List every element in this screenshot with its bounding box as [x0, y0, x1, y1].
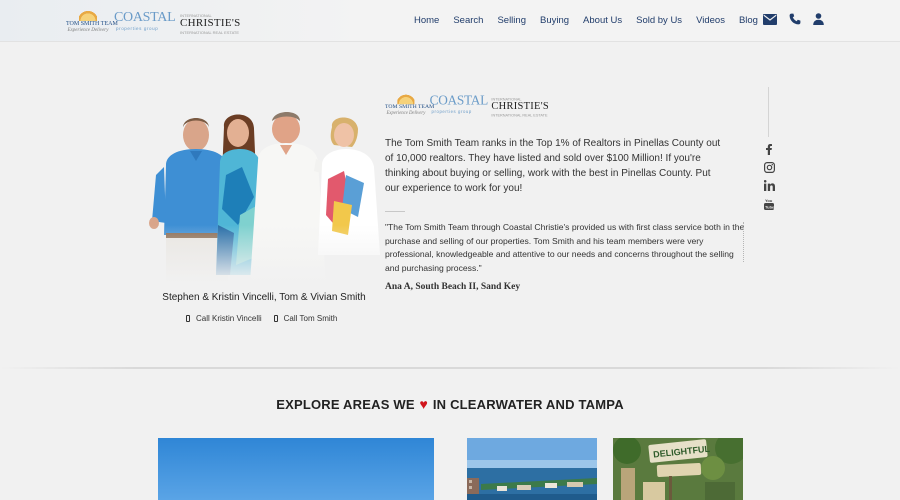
- christies-logo: INTERNATIONAL CHRISTIE'S INTERNATIONAL R…: [180, 13, 241, 35]
- explore-heading: EXPLORE AREAS WE ♥ IN CLEARWATER AND TAM…: [0, 396, 900, 412]
- heart-icon: ♥: [419, 396, 429, 412]
- nav-blog[interactable]: Blog: [739, 15, 758, 26]
- coastal-logo: COASTAL properties group: [114, 10, 176, 31]
- nav-videos[interactable]: Videos: [696, 15, 725, 26]
- divider: [385, 211, 405, 212]
- social-links: You Tube: [762, 144, 776, 210]
- area-tile-waterfront[interactable]: [467, 438, 597, 500]
- nav-buying[interactable]: Buying: [540, 15, 569, 26]
- explore-heading-before: EXPLORE AREAS WE: [276, 397, 415, 412]
- tom-smith-team-logo: TOM SMITH TEAM Experience Delivery: [385, 90, 434, 119]
- nav-selling[interactable]: Selling: [497, 15, 526, 26]
- team-photo: [142, 105, 382, 283]
- christies-logo: INTERNATIONAL CHRISTIE'S INTERNATIONAL R…: [491, 96, 549, 118]
- nav-search[interactable]: Search: [453, 15, 483, 26]
- testimonial-author: Ana A, South Beach II, Sand Key: [385, 282, 521, 292]
- nav-about-us[interactable]: About Us: [583, 15, 622, 26]
- scroll-indicator: [743, 222, 746, 262]
- phone-icon[interactable]: [789, 13, 801, 25]
- call-kristin-link[interactable]: Call Kristin Vincelli: [186, 314, 262, 323]
- explore-heading-after: IN CLEARWATER AND TAMPA: [432, 397, 624, 412]
- user-icon[interactable]: [813, 13, 824, 25]
- main-nav: Home Search Selling Buying About Us Sold…: [414, 15, 772, 26]
- site-header: TOM SMITH TEAM Experience Delivery COAST…: [0, 0, 900, 42]
- mobile-phone-icon: [273, 315, 278, 322]
- intro-logos: TOM SMITH TEAM Experience Delivery COAST…: [385, 90, 549, 119]
- envelope-icon[interactable]: [763, 13, 777, 25]
- call-kristin-label: Call Kristin Vincelli: [196, 314, 262, 323]
- sun-icon: [397, 90, 415, 105]
- team-caption: Stephen & Kristin Vincelli, Tom & Vivian…: [162, 292, 366, 303]
- svg-text:Tube: Tube: [765, 205, 774, 210]
- tom-smith-team-logo[interactable]: TOM SMITH TEAM Experience Delivery: [66, 6, 118, 36]
- social-divider: [768, 87, 769, 137]
- youtube-icon[interactable]: You Tube: [764, 198, 774, 210]
- call-tom-link[interactable]: Call Tom Smith: [273, 314, 338, 323]
- instagram-icon[interactable]: [763, 162, 775, 173]
- mobile-phone-icon: [186, 315, 190, 322]
- call-tom-label: Call Tom Smith: [283, 314, 338, 323]
- testimonial-quote: "The Tom Smith Team through Coastal Chri…: [385, 222, 745, 273]
- sun-icon: [79, 7, 97, 21]
- coastal-logo: COASTAL properties group: [429, 93, 489, 114]
- section-divider: [0, 367, 900, 369]
- area-tile-delightful-sign[interactable]: DELIGHTFUL: [613, 438, 743, 500]
- intro-paragraph: The Tom Smith Team ranks in the Top 1% o…: [385, 138, 721, 194]
- brand-logos[interactable]: TOM SMITH TEAM Experience Delivery COAST…: [66, 6, 241, 38]
- linkedin-icon[interactable]: [763, 180, 775, 191]
- header-actions: [763, 13, 824, 25]
- svg-text:You: You: [765, 198, 773, 203]
- call-links: Call Kristin Vincelli Call Tom Smith: [186, 314, 337, 323]
- facebook-icon[interactable]: [766, 144, 772, 155]
- nav-sold-by-us[interactable]: Sold by Us: [636, 15, 682, 26]
- area-tile-beach[interactable]: [158, 438, 434, 500]
- nav-home[interactable]: Home: [414, 15, 439, 26]
